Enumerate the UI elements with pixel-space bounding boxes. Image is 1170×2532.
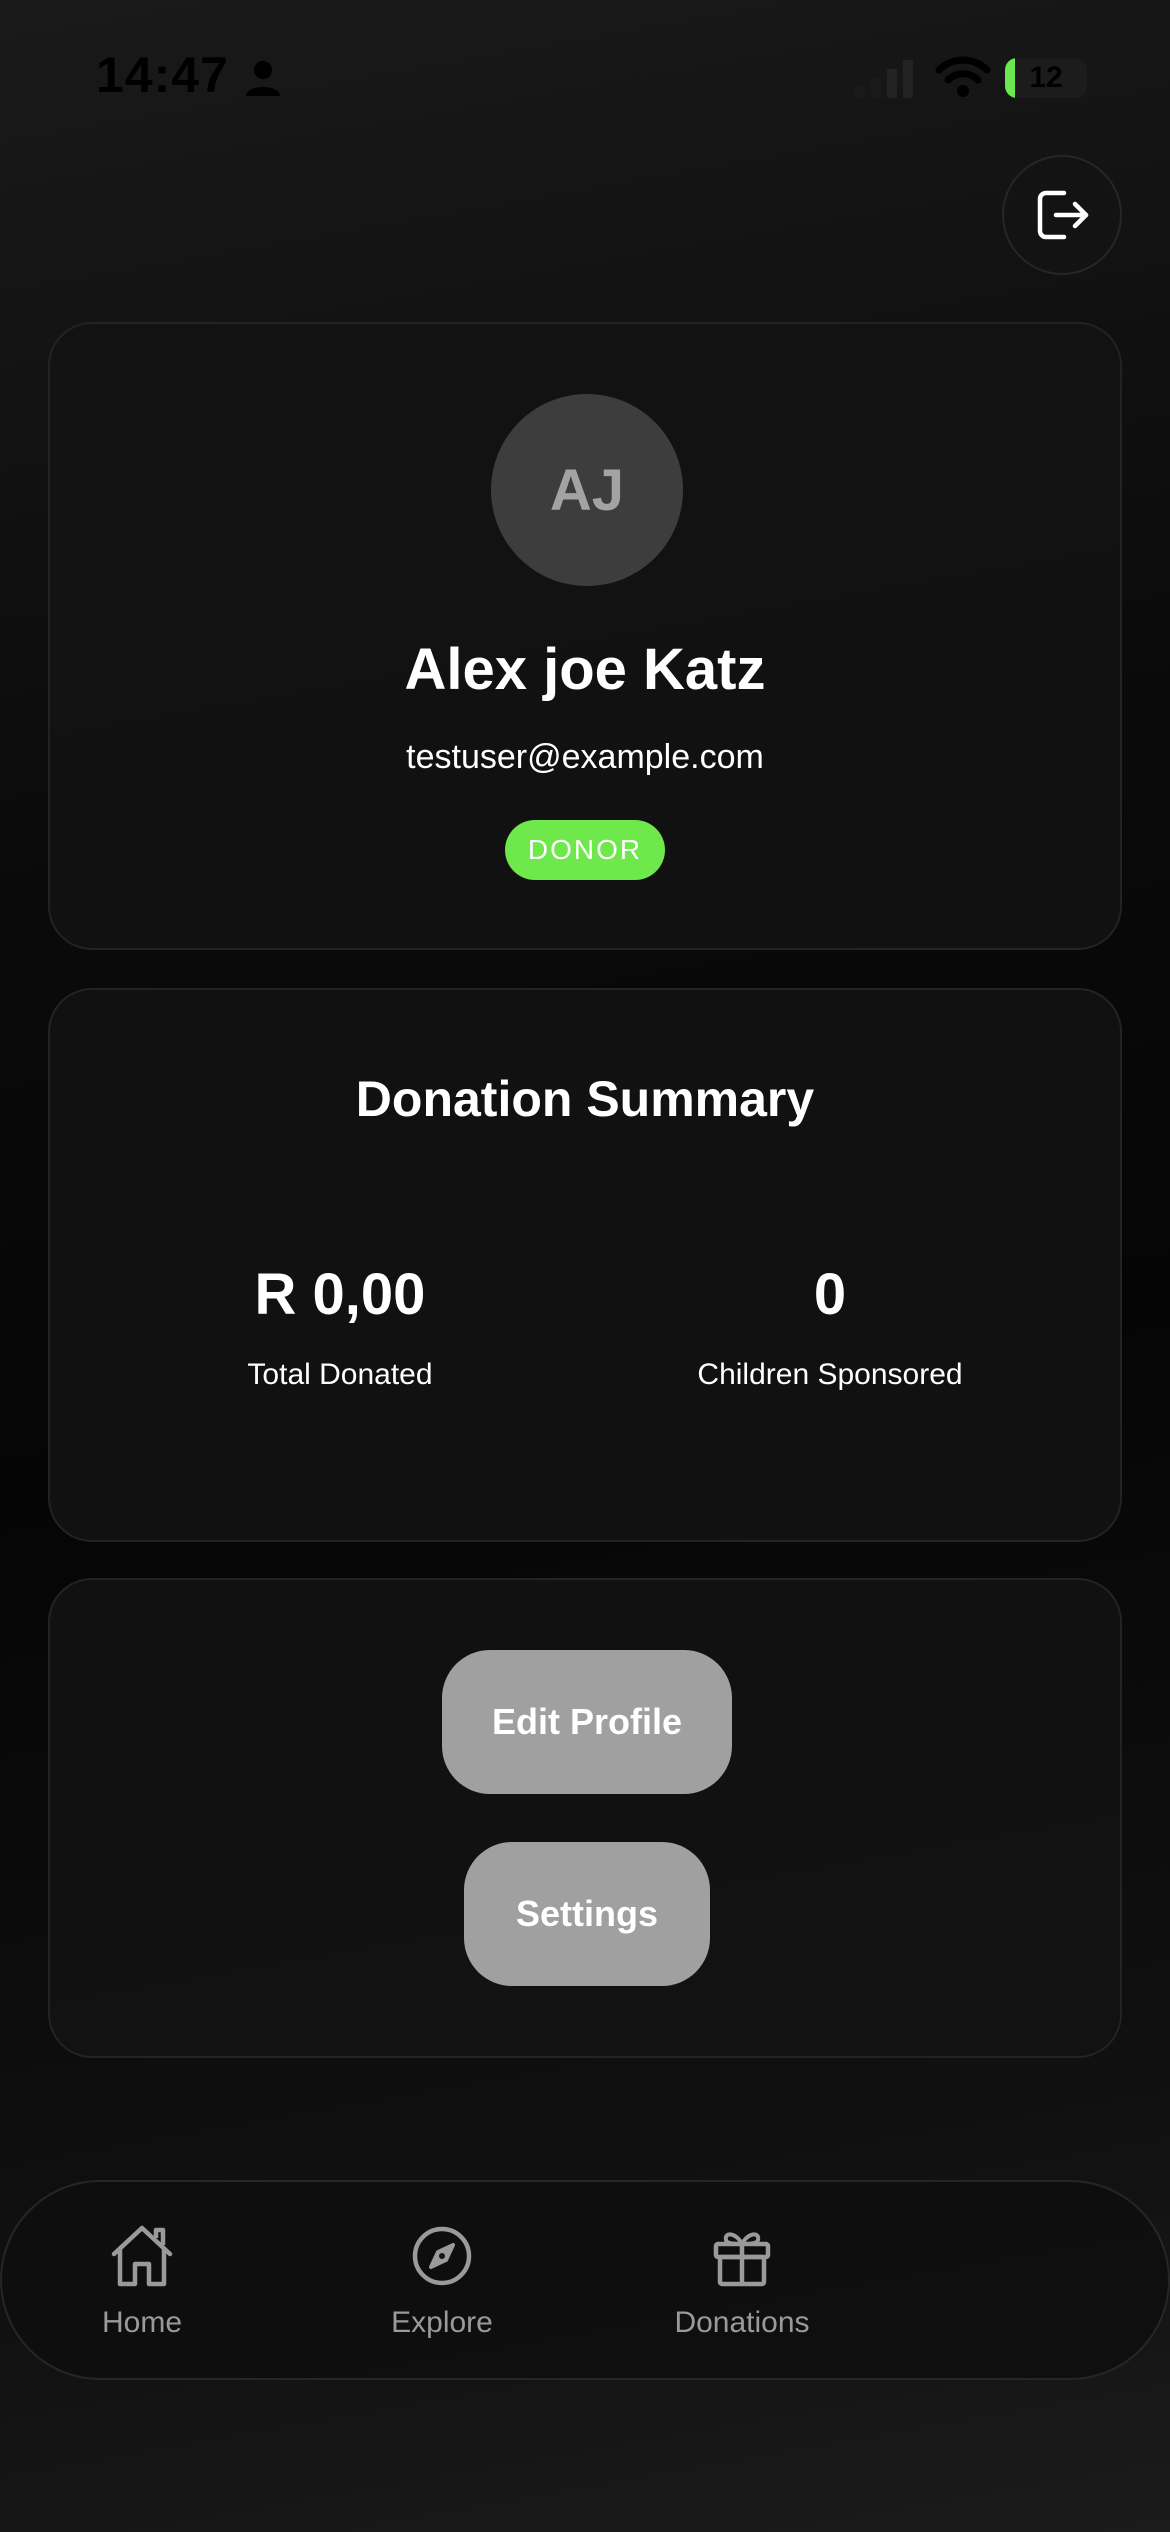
bottom-nav: Home Explore Donations — [0, 2180, 1170, 2380]
compass-icon — [412, 2226, 472, 2286]
nav-label-explore: Explore — [391, 2306, 493, 2339]
settings-button[interactable]: Settings — [464, 1842, 710, 1986]
children-sponsored-label: Children Sponsored — [697, 1358, 963, 1391]
logout-button[interactable] — [1002, 155, 1122, 275]
battery-percent: 12 — [1029, 61, 1063, 94]
role-badge: DONOR — [505, 820, 665, 880]
person-icon — [246, 61, 280, 96]
home-icon — [111, 2225, 173, 2287]
total-donated-label: Total Donated — [247, 1358, 433, 1391]
donation-summary-card: Donation Summary R 0,00 Total Donated 0 … — [48, 988, 1122, 1542]
profile-card: AJ Alex joe Katz testuser@example.com DO… — [48, 322, 1122, 950]
total-donated-stat: R 0,00 Total Donated — [140, 1260, 540, 1392]
status-time: 14:47 — [96, 47, 229, 103]
profile-name: Alex joe Katz — [404, 637, 766, 702]
signal-icon — [855, 60, 913, 98]
actions-card: Edit Profile Settings — [48, 1578, 1122, 2058]
logout-icon — [1037, 190, 1089, 240]
wifi-icon — [935, 56, 991, 97]
profile-email: testuser@example.com — [406, 738, 764, 776]
children-sponsored-value: 0 — [813, 1262, 847, 1327]
summary-title: Donation Summary — [355, 1071, 815, 1127]
nav-item-home[interactable]: Home — [22, 2220, 262, 2350]
nav-item-donations[interactable]: Donations — [622, 2220, 862, 2350]
nav-label-home: Home — [101, 2306, 183, 2339]
battery-icon: 12 — [1005, 58, 1087, 98]
children-sponsored-stat: 0 Children Sponsored — [630, 1260, 1030, 1392]
nav-item-explore[interactable]: Explore — [322, 2220, 562, 2350]
total-donated-value: R 0,00 — [254, 1262, 426, 1327]
status-bar: 14:47 12 — [0, 0, 1170, 150]
profile-screen: 14:47 12 AJ Alex joe Katz testuser@examp… — [0, 0, 1170, 2532]
avatar: AJ — [491, 394, 683, 586]
nav-label-donations: Donations — [674, 2306, 810, 2339]
edit-profile-button[interactable]: Edit Profile — [442, 1650, 732, 1794]
gift-icon — [713, 2232, 771, 2287]
